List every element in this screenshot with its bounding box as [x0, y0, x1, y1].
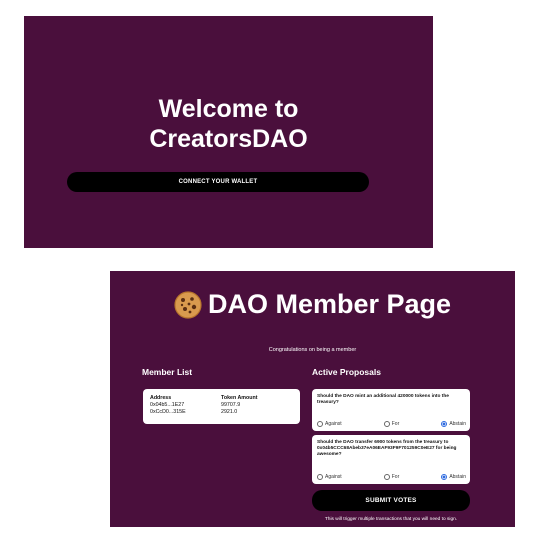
- welcome-title-line2: CreatorsDAO: [149, 125, 308, 153]
- vote-option-for[interactable]: For: [383, 474, 400, 480]
- address-column: Address 0x04b5...1E27 0xCcD0...315E: [150, 395, 186, 416]
- column-header-address: Address: [150, 395, 172, 401]
- vote-option-abstain[interactable]: Abstain: [441, 474, 466, 480]
- token-amount-column: Token Amount 99707.9 2921.0: [221, 395, 258, 416]
- option-label: Against: [325, 474, 342, 480]
- transaction-note: This will trigger multiple transactions …: [324, 517, 458, 522]
- proposal-question: Should the DAO mint an additional 420000…: [317, 394, 449, 405]
- page-header: DAO Member Page: [110, 289, 515, 320]
- vote-options: Against For Abstain: [317, 474, 466, 480]
- proposal-card: Should the DAO transfer 6900 tokens from…: [312, 435, 470, 484]
- radio-for[interactable]: [383, 421, 390, 427]
- submit-votes-button[interactable]: SUBMIT VOTES: [312, 490, 470, 511]
- vote-option-abstain[interactable]: Abstain: [441, 421, 466, 427]
- column-header-token-amount: Token Amount: [221, 395, 258, 401]
- proposal-card: Should the DAO mint an additional 420000…: [312, 389, 470, 431]
- radio-against[interactable]: [317, 421, 323, 427]
- radio-abstain[interactable]: [441, 421, 448, 427]
- member-page-panel: DAO Member Page Congratulations on being…: [110, 271, 515, 527]
- table-cell-address: 0xCcD0...315E: [150, 409, 186, 415]
- table-cell-amount: 2921.0: [221, 409, 238, 415]
- option-label: Abstain: [449, 474, 466, 480]
- vote-option-for[interactable]: For: [383, 421, 400, 427]
- table-cell-address: 0x04b5...1E27: [150, 402, 185, 408]
- member-list-heading: Member List: [142, 367, 193, 377]
- active-proposals-heading: Active Proposals: [312, 367, 381, 377]
- congrats-text: Congratulations on being a member: [268, 347, 357, 353]
- cookie-icon: [174, 290, 202, 319]
- vote-options: Against For Abstain: [317, 421, 466, 427]
- table-cell-amount: 99707.9: [221, 402, 241, 408]
- vote-option-against[interactable]: Against: [317, 474, 342, 480]
- radio-against[interactable]: [317, 474, 323, 480]
- proposal-question: Should the DAO transfer 6900 tokens from…: [317, 440, 457, 457]
- option-label: Abstain: [449, 421, 466, 427]
- page-title: DAO Member Page: [207, 289, 452, 319]
- radio-abstain[interactable]: [441, 474, 448, 480]
- member-list-card: Address 0x04b5...1E27 0xCcD0...315E Toke…: [143, 389, 300, 424]
- welcome-title: Welcome to CreatorsDAO: [24, 94, 433, 154]
- option-label: For: [391, 421, 400, 427]
- option-label: For: [391, 474, 400, 480]
- connect-wallet-button[interactable]: CONNECT YOUR WALLET: [67, 172, 369, 192]
- radio-for[interactable]: [383, 474, 390, 480]
- welcome-panel: Welcome to CreatorsDAO CONNECT YOUR WALL…: [24, 16, 433, 248]
- option-label: Against: [325, 421, 342, 427]
- vote-option-against[interactable]: Against: [317, 421, 342, 427]
- welcome-title-line1: Welcome to: [158, 95, 299, 123]
